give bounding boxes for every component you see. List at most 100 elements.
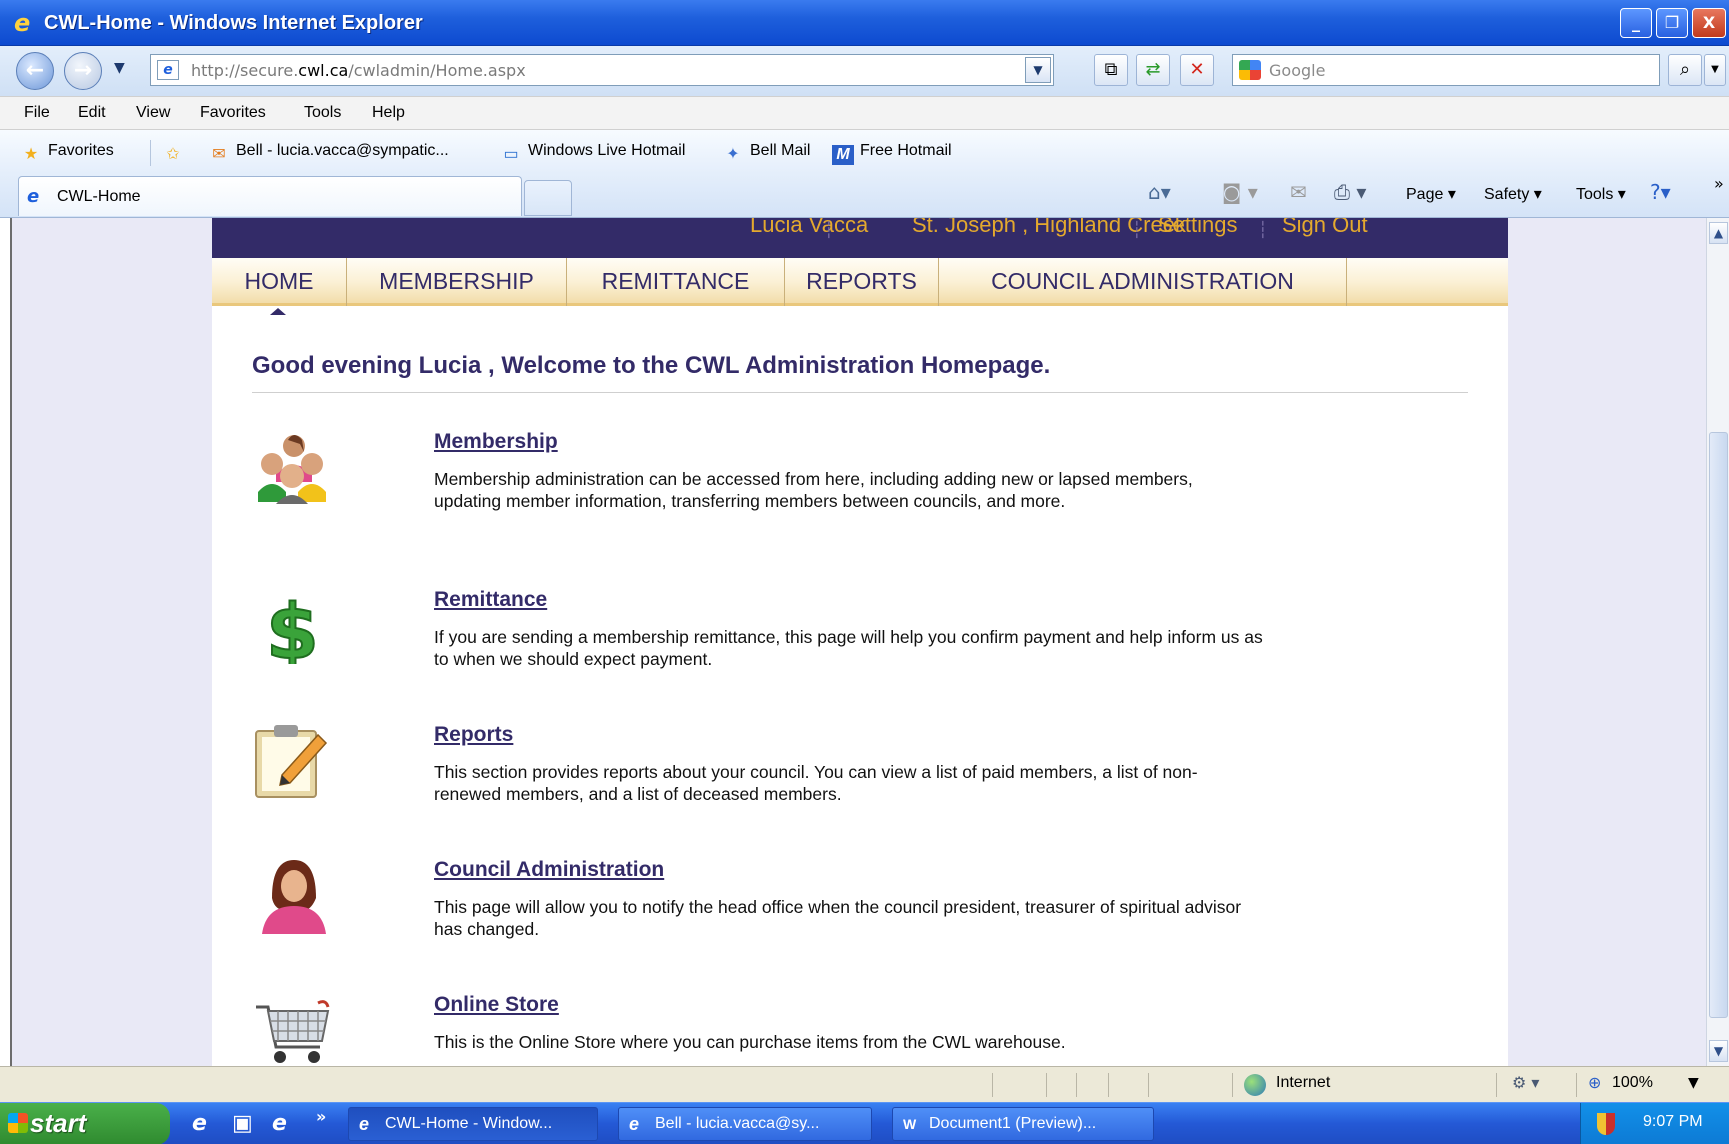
- security-shield-icon[interactable]: [1597, 1113, 1615, 1135]
- mail-icon: ✉: [212, 146, 226, 163]
- home-icon[interactable]: ⌂▾: [1148, 180, 1171, 204]
- menu-bar: File Edit View Favorites Tools Help: [0, 96, 1729, 130]
- quicklaunch-outlook-icon[interactable]: e: [272, 1111, 287, 1136]
- scroll-up-icon[interactable]: ▲: [1709, 222, 1728, 244]
- star-icon: ★: [23, 146, 39, 163]
- bell-mail-icon: ✦: [726, 146, 740, 163]
- msn-icon: M: [832, 145, 854, 165]
- clock[interactable]: 9:07 PM: [1643, 1113, 1703, 1131]
- task-document1[interactable]: W Document1 (Preview)...: [892, 1107, 1154, 1141]
- address-url[interactable]: http://secure.cwl.ca/cwladmin/Home.aspx: [191, 61, 526, 80]
- council-name: St. Joseph , Highland Creek: [912, 218, 1186, 237]
- start-label: start: [30, 1108, 87, 1138]
- menu-edit[interactable]: Edit: [78, 104, 106, 122]
- status-segment: [1232, 1073, 1233, 1097]
- favorite-link-bell-mail[interactable]: ✦ Bell Mail: [722, 142, 810, 165]
- quicklaunch-desktop-icon[interactable]: ▣: [232, 1111, 253, 1136]
- start-button[interactable]: start: [0, 1103, 170, 1144]
- zoom-level[interactable]: 100%: [1612, 1074, 1653, 1092]
- safety-menu[interactable]: Safety ▾: [1484, 184, 1542, 204]
- separator: ┆: [1258, 222, 1268, 239]
- scroll-down-icon[interactable]: ▼: [1709, 1040, 1728, 1062]
- menu-file[interactable]: File: [24, 104, 50, 122]
- favorites-bar: ★ Favorites ✩ ✉ Bell - lucia.vacca@sympati…: [0, 130, 1729, 174]
- user-bar: Lucia Vacca ┆ St. Joseph , Highland Cree…: [212, 218, 1508, 258]
- favorite-link-free-hotmail[interactable]: M Free Hotmail: [832, 142, 952, 165]
- section-description: Membership administration can be accesse…: [434, 469, 1193, 511]
- search-options-icon[interactable]: ▼: [1704, 54, 1726, 86]
- menu-view[interactable]: View: [136, 104, 170, 122]
- status-segment: [1148, 1073, 1149, 1097]
- close-button[interactable]: X: [1692, 8, 1726, 38]
- print-icon[interactable]: ⎙ ▾: [1334, 180, 1366, 204]
- menu-favorites[interactable]: Favorites: [200, 104, 266, 122]
- status-segment: [1496, 1073, 1497, 1097]
- nav-remittance[interactable]: REMITTANCE: [567, 258, 785, 306]
- vertical-scrollbar[interactable]: ▲ ▼: [1706, 218, 1729, 1066]
- help-icon[interactable]: ?▾: [1650, 180, 1671, 204]
- task-bell-mail[interactable]: e Bell - lucia.vacca@sy...: [618, 1107, 872, 1141]
- favorite-link-bell[interactable]: ✉ Bell - lucia.vacca@sympatic...: [208, 142, 448, 165]
- status-segment: [992, 1073, 993, 1097]
- google-icon: [1239, 60, 1261, 80]
- windows-taskbar: start e ▣ e » e CWL-Home - Window... e Bel…: [0, 1102, 1729, 1144]
- back-button[interactable]: ←: [16, 52, 54, 90]
- favorites-button[interactable]: ★ Favorites: [20, 142, 114, 165]
- quicklaunch-ie-icon[interactable]: e: [192, 1111, 207, 1136]
- page-menu[interactable]: Page ▾: [1406, 184, 1456, 204]
- section-title-link[interactable]: Reports: [434, 723, 513, 747]
- nav-reports[interactable]: REPORTS: [785, 258, 939, 306]
- zoom-icon: ⊕: [1588, 1073, 1602, 1092]
- minimize-button[interactable]: _: [1620, 8, 1652, 38]
- search-icon[interactable]: ⌕: [1668, 54, 1702, 86]
- scroll-thumb[interactable]: [1709, 432, 1728, 1018]
- security-zone: Internet: [1276, 1074, 1331, 1091]
- section-title-link[interactable]: Membership: [434, 430, 558, 454]
- history-dropdown-icon[interactable]: ▼: [114, 60, 125, 76]
- ie-icon: e: [359, 1114, 370, 1134]
- section-description: This is the Online Store where you can p…: [434, 1032, 1066, 1052]
- section-title-link[interactable]: Council Administration: [434, 858, 664, 882]
- cwl-site: Lucia Vacca ┆ St. Joseph , Highland Cree…: [212, 218, 1508, 1066]
- new-tab-button[interactable]: [524, 180, 572, 216]
- section-description: This page will allow you to notify the h…: [434, 897, 1242, 939]
- main-nav: HOME MEMBERSHIP REMITTANCE REPORTS COUNC…: [212, 258, 1508, 306]
- tab-cwl-home[interactable]: e CWL-Home: [18, 176, 522, 216]
- read-mail-icon[interactable]: ✉: [1290, 180, 1307, 204]
- quicklaunch-more-icon[interactable]: »: [316, 1107, 326, 1126]
- zoom-dropdown-icon[interactable]: ▼: [1688, 1075, 1699, 1091]
- nav-membership[interactable]: MEMBERSHIP: [347, 258, 567, 306]
- add-favorite-icon[interactable]: ✩: [162, 142, 190, 165]
- tools-menu[interactable]: Tools ▾: [1576, 184, 1626, 204]
- compatibility-view-icon[interactable]: ⧉: [1094, 54, 1128, 86]
- address-bar[interactable]: e http://secure.cwl.ca/cwladmin/Home.asp…: [150, 54, 1054, 86]
- search-input[interactable]: Google: [1232, 54, 1660, 86]
- stop-icon[interactable]: ✕: [1180, 54, 1214, 86]
- feeds-icon[interactable]: ◙ ▾: [1222, 180, 1258, 204]
- tab-row: e CWL-Home: [0, 174, 1729, 218]
- menu-help[interactable]: Help: [372, 104, 405, 122]
- section-title-link[interactable]: Online Store: [434, 993, 559, 1017]
- word-icon: W: [903, 1116, 917, 1132]
- nav-home[interactable]: HOME: [212, 258, 347, 306]
- menu-tools[interactable]: Tools: [304, 104, 341, 122]
- section-title-link[interactable]: Remittance: [434, 588, 547, 612]
- tab-label: CWL-Home: [57, 188, 141, 205]
- forward-button[interactable]: →: [64, 52, 102, 90]
- task-cwl-home[interactable]: e CWL-Home - Window...: [348, 1107, 598, 1141]
- restore-button[interactable]: ❐: [1656, 8, 1688, 38]
- chevron-more-icon[interactable]: »: [1714, 174, 1724, 193]
- status-segment: [1076, 1073, 1077, 1097]
- status-segment: [1576, 1073, 1577, 1097]
- search-placeholder: Google: [1269, 61, 1326, 80]
- settings-link[interactable]: Settings: [1158, 218, 1238, 238]
- sign-out-link[interactable]: Sign Out: [1282, 218, 1368, 238]
- protected-mode-icon[interactable]: ⚙ ▾: [1512, 1073, 1539, 1092]
- address-dropdown-icon[interactable]: ▼: [1025, 57, 1051, 83]
- window-title-bar: e CWL-Home - Windows Internet Explorer _…: [0, 0, 1729, 46]
- nav-council-administration[interactable]: COUNCIL ADMINISTRATION: [939, 258, 1347, 306]
- favorite-link-hotmail[interactable]: ▭ Windows Live Hotmail: [500, 142, 685, 165]
- section-description: If you are sending a membership remittan…: [434, 627, 1263, 669]
- separator: ┆: [824, 222, 834, 239]
- refresh-icon[interactable]: ⇄: [1136, 54, 1170, 86]
